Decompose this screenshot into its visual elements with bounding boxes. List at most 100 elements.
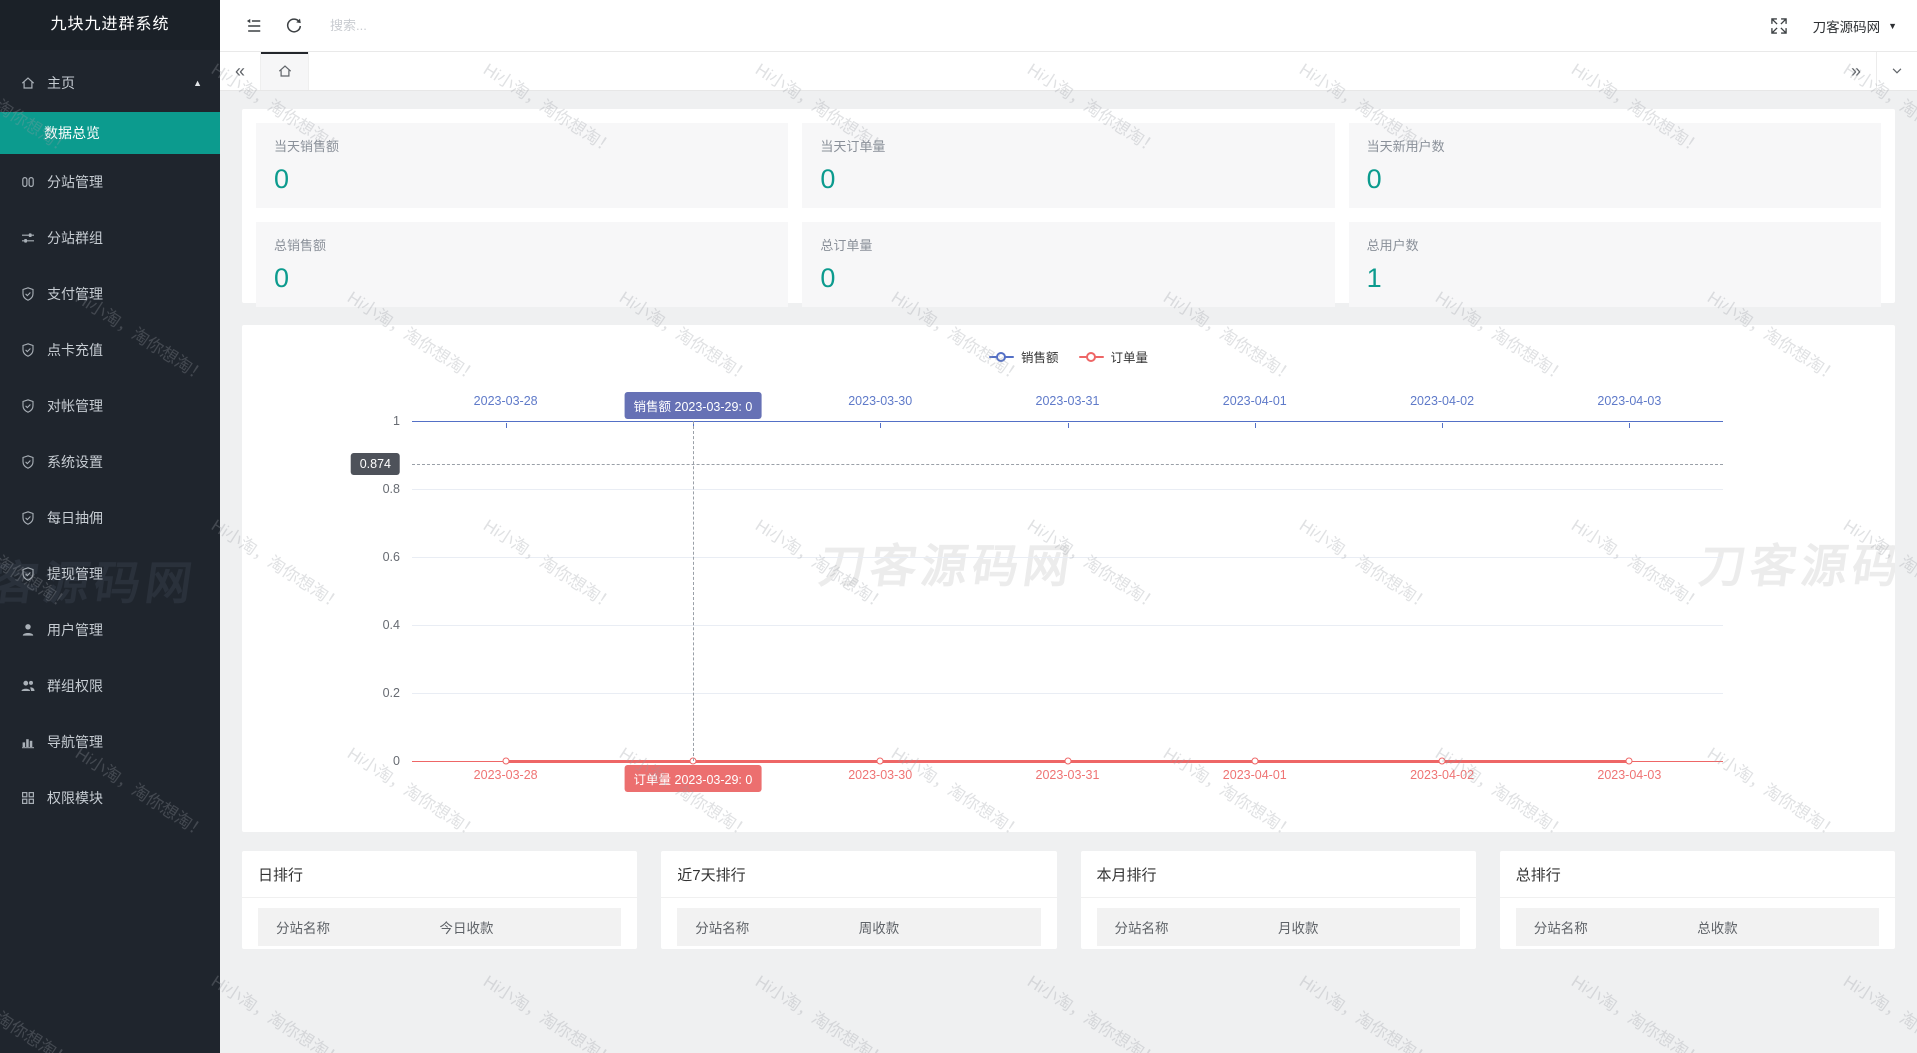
tab-home[interactable] <box>260 52 309 90</box>
series-marker <box>1251 758 1258 765</box>
sidebar-item-label: 分站群组 <box>47 228 103 248</box>
y-axis-label: 1 <box>393 414 400 428</box>
tabs-menu-icon[interactable] <box>1876 52 1917 90</box>
sidebar-item-label: 点卡充值 <box>47 340 103 360</box>
rank-table-daily: 日排行分站名称今日收款 <box>242 851 637 949</box>
topbar: 刀客源码网 ▼ <box>220 0 1917 52</box>
legend-item-销售额[interactable]: 销售额 <box>989 347 1059 366</box>
series-marker <box>1064 758 1071 765</box>
sidebar-item-home[interactable]: 主页▲ <box>0 54 220 112</box>
sidebar-item-daily-commission[interactable]: 每日抽佣 <box>0 490 220 546</box>
sidebar-item-data-overview[interactable]: 数据总览 <box>0 112 220 154</box>
grid-line <box>412 557 1723 558</box>
rank-column-header: 今日收款 <box>421 917 621 937</box>
y-axis-label: 0 <box>393 754 400 768</box>
sidebar-item-label: 数据总览 <box>44 123 100 143</box>
user-name: 刀客源码网 <box>1813 16 1881 36</box>
users-icon <box>20 678 36 694</box>
rank-column-header: 分站名称 <box>1097 917 1260 937</box>
y-axis-label: 0.6 <box>383 550 400 564</box>
sidebar-item-card-recharge[interactable]: 点卡充值 <box>0 322 220 378</box>
sidebar-item-permission-modules[interactable]: 权限模块 <box>0 770 220 826</box>
sidebar-item-label: 对帐管理 <box>47 396 103 416</box>
legend-symbol <box>989 351 1014 362</box>
rank-column-header: 分站名称 <box>258 917 421 937</box>
x-axis-label-bottom: 2023-04-02 <box>1410 768 1474 782</box>
home-icon <box>20 75 36 91</box>
sidebar-item-label: 群组权限 <box>47 676 103 696</box>
legend-circle <box>1086 352 1096 362</box>
legend-symbol <box>1079 351 1104 362</box>
grid-line <box>412 489 1723 490</box>
rank-column-header: 周收款 <box>841 917 1041 937</box>
fullscreen-icon[interactable] <box>1759 6 1799 46</box>
rank-column-header: 总收款 <box>1679 917 1879 937</box>
stat-label: 当天订单量 <box>820 136 1316 155</box>
refresh-icon[interactable] <box>274 6 314 46</box>
rank-column-header: 分站名称 <box>1516 917 1679 937</box>
caret-down-icon: ▼ <box>1888 21 1897 31</box>
sidebar-item-navigation-management[interactable]: 导航管理 <box>0 714 220 770</box>
sidebar-item-group-permissions[interactable]: 群组权限 <box>0 658 220 714</box>
stat-card-today-new-users: 当天新用户数0 <box>1349 123 1881 208</box>
sidebar-item-payment-management[interactable]: 支付管理 <box>0 266 220 322</box>
stat-value: 0 <box>274 164 770 195</box>
main-area: 刀客源码网 ▼ « » 当天销售额0当天订单量0当天新用户数0总销售额0总订单量… <box>220 0 1917 1053</box>
user-icon <box>20 622 36 638</box>
rank-table-title: 本月排行 <box>1081 851 1476 898</box>
rank-table-week: 近7天排行分站名称周收款 <box>661 851 1056 949</box>
sidebar-item-reconciliation-management[interactable]: 对帐管理 <box>0 378 220 434</box>
stat-label: 总销售额 <box>274 235 770 254</box>
sidebar-item-label: 导航管理 <box>47 732 103 752</box>
home-icon <box>277 63 293 79</box>
stat-value: 1 <box>1367 263 1863 294</box>
sidebar-item-label: 提现管理 <box>47 564 103 584</box>
shield-check-icon <box>20 510 36 526</box>
shield-check-icon <box>20 342 36 358</box>
tooltip-orders: 订单量 2023-03-29: 0 <box>625 765 762 792</box>
y-axis-label: 0.2 <box>383 686 400 700</box>
x-axis-tick <box>1255 423 1256 428</box>
sidebar-item-label: 每日抽佣 <box>47 508 103 528</box>
shield-check-icon <box>20 566 36 582</box>
axis-pointer-horizontal <box>412 464 1723 465</box>
tab-bar: « » <box>220 52 1917 91</box>
x-axis-tick <box>880 423 881 428</box>
tabs-scroll-left-icon[interactable]: « <box>220 52 260 90</box>
x-axis-label-top: 2023-04-02 <box>1410 394 1474 408</box>
rank-table-title: 近7天排行 <box>661 851 1056 898</box>
sidebar-item-system-settings[interactable]: 系统设置 <box>0 434 220 490</box>
series-marker <box>502 758 509 765</box>
sidebar-item-substation-management[interactable]: 分站管理 <box>0 154 220 210</box>
sliders-icon <box>20 230 36 246</box>
tabs-scroll-right-icon[interactable]: » <box>1836 52 1876 90</box>
stat-value: 0 <box>820 263 1316 294</box>
stat-label: 总订单量 <box>820 235 1316 254</box>
modules-icon <box>20 790 36 806</box>
chart-plot-area[interactable]: 00.20.40.60.812023-03-282023-03-282023-0… <box>412 421 1723 761</box>
stat-value: 0 <box>1367 164 1863 195</box>
rank-table-header: 分站名称总收款 <box>1516 908 1879 946</box>
rank-column-header: 月收款 <box>1260 917 1460 937</box>
x-axis-label-top: 2023-03-28 <box>474 394 538 408</box>
sidebar-item-label: 权限模块 <box>47 788 103 808</box>
big-watermark-chart-2: 刀客源码网 <box>1695 530 1895 596</box>
stat-label: 总用户数 <box>1367 235 1863 254</box>
bars-icon <box>20 174 36 190</box>
search-input[interactable] <box>328 17 562 34</box>
tooltip-sales[interactable]: 销售额 2023-03-29: 0 <box>625 392 762 419</box>
sidebar-item-withdrawal-management[interactable]: 提现管理 <box>0 546 220 602</box>
collapse-menu-icon[interactable] <box>234 6 274 46</box>
sidebar-item-substation-groups[interactable]: 分站群组 <box>0 210 220 266</box>
x-axis-label-bottom: 2023-04-03 <box>1597 768 1661 782</box>
rank-tables: 日排行分站名称今日收款近7天排行分站名称周收款本月排行分站名称月收款总排行分站名… <box>242 851 1895 949</box>
x-axis-label-top: 2023-03-31 <box>1036 394 1100 408</box>
stat-value: 0 <box>820 164 1316 195</box>
rank-table-header: 分站名称今日收款 <box>258 908 621 946</box>
sidebar-item-label: 主页 <box>47 73 75 93</box>
user-menu[interactable]: 刀客源码网 ▼ <box>1813 16 1897 36</box>
x-axis-tick <box>1629 423 1630 428</box>
series-marker <box>1439 758 1446 765</box>
sidebar-item-user-management[interactable]: 用户管理 <box>0 602 220 658</box>
legend-item-订单量[interactable]: 订单量 <box>1079 347 1149 366</box>
